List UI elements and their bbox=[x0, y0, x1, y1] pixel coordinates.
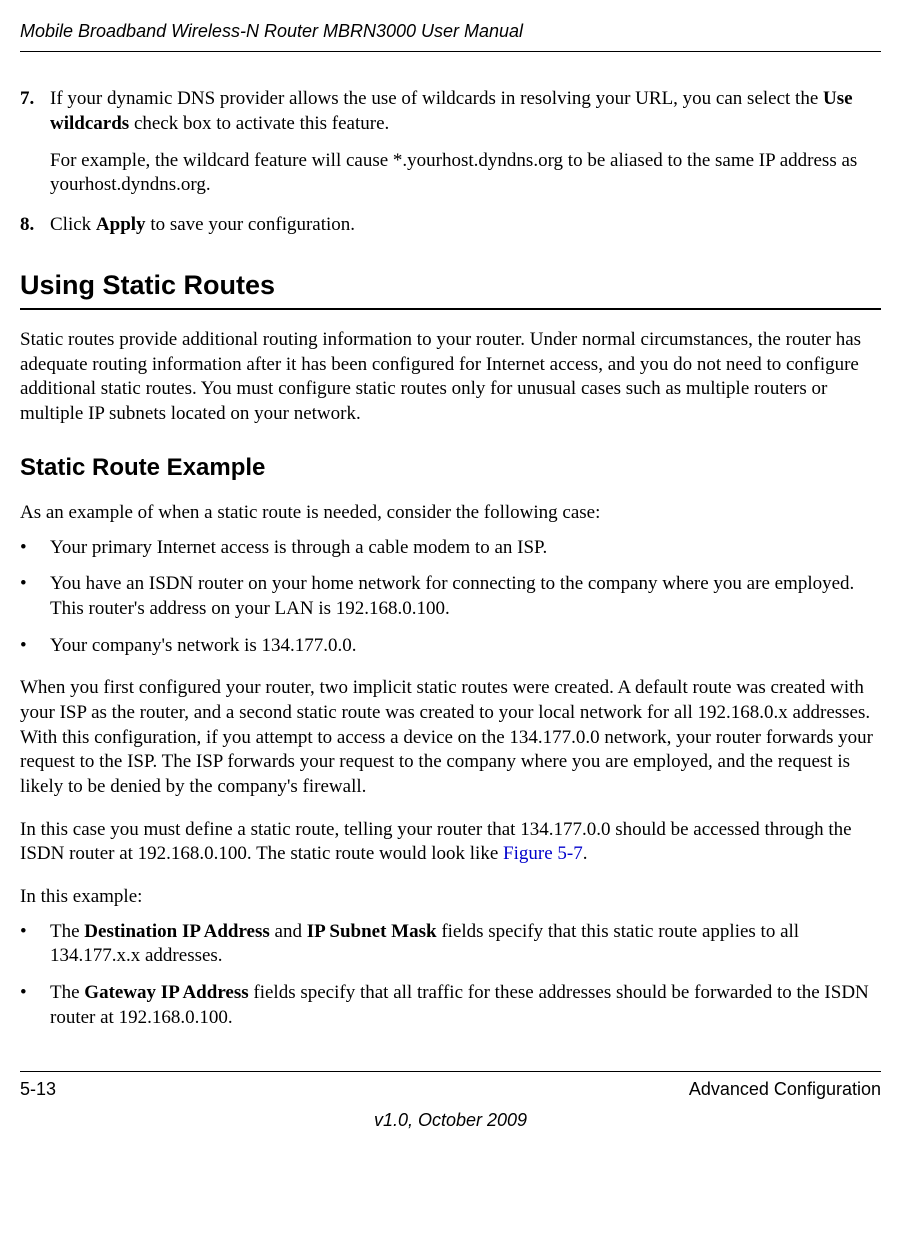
text: The bbox=[50, 921, 84, 942]
page-header: Mobile Broadband Wireless-N Router MBRN3… bbox=[20, 20, 881, 52]
text: You have an ISDN router on your home net… bbox=[50, 572, 881, 621]
bold-text: Apply bbox=[96, 214, 146, 235]
bullet-icon: • bbox=[20, 634, 50, 659]
heading-using-static-routes: Using Static Routes bbox=[20, 268, 881, 310]
text: Your primary Internet access is through … bbox=[50, 536, 881, 561]
section-title: Advanced Configuration bbox=[689, 1078, 881, 1101]
list-item: • The Gateway IP Address fields specify … bbox=[20, 981, 881, 1030]
text: The bbox=[50, 982, 84, 1003]
bullet-icon: • bbox=[20, 981, 50, 1030]
step-number: 8. bbox=[20, 213, 50, 238]
bold-text: IP Subnet Mask bbox=[307, 921, 437, 942]
page-footer: 5-13 Advanced Configuration v1.0, Octobe… bbox=[20, 1071, 881, 1133]
bullet-icon: • bbox=[20, 920, 50, 969]
text: and bbox=[270, 921, 307, 942]
version-info: v1.0, October 2009 bbox=[20, 1109, 881, 1132]
text: check box to activate this feature. bbox=[129, 113, 389, 134]
paragraph: Static routes provide additional routing… bbox=[20, 328, 881, 427]
step-number: 7. bbox=[20, 87, 50, 198]
step-content: If your dynamic DNS provider allows the … bbox=[50, 87, 881, 198]
text: In this case you must define a static ro… bbox=[20, 819, 852, 865]
heading-static-route-example: Static Route Example bbox=[20, 452, 881, 483]
bullet-list: • The Destination IP Address and IP Subn… bbox=[20, 920, 881, 1031]
bold-text: Destination IP Address bbox=[84, 921, 269, 942]
step-8: 8. Click Apply to save your configuratio… bbox=[20, 213, 881, 238]
step-content: Click Apply to save your configuration. bbox=[50, 213, 881, 238]
text: For example, the wildcard feature will c… bbox=[50, 149, 881, 198]
text: . bbox=[583, 843, 588, 864]
list-item: • You have an ISDN router on your home n… bbox=[20, 572, 881, 621]
text: to save your configuration. bbox=[146, 214, 355, 235]
bullet-icon: • bbox=[20, 536, 50, 561]
paragraph: As an example of when a static route is … bbox=[20, 501, 881, 526]
page-number: 5-13 bbox=[20, 1078, 56, 1101]
list-item: • The Destination IP Address and IP Subn… bbox=[20, 920, 881, 969]
text: Click bbox=[50, 214, 96, 235]
paragraph: In this case you must define a static ro… bbox=[20, 818, 881, 867]
figure-link[interactable]: Figure 5-7 bbox=[503, 843, 583, 864]
paragraph: When you first configured your router, t… bbox=[20, 676, 881, 799]
bold-text: Gateway IP Address bbox=[84, 982, 248, 1003]
bullet-icon: • bbox=[20, 572, 50, 621]
text: Your company's network is 134.177.0.0. bbox=[50, 634, 881, 659]
step-7: 7. If your dynamic DNS provider allows t… bbox=[20, 87, 881, 198]
list-item: • Your primary Internet access is throug… bbox=[20, 536, 881, 561]
paragraph: In this example: bbox=[20, 885, 881, 910]
bullet-list: • Your primary Internet access is throug… bbox=[20, 536, 881, 659]
list-item: • Your company's network is 134.177.0.0. bbox=[20, 634, 881, 659]
text: If your dynamic DNS provider allows the … bbox=[50, 88, 823, 109]
